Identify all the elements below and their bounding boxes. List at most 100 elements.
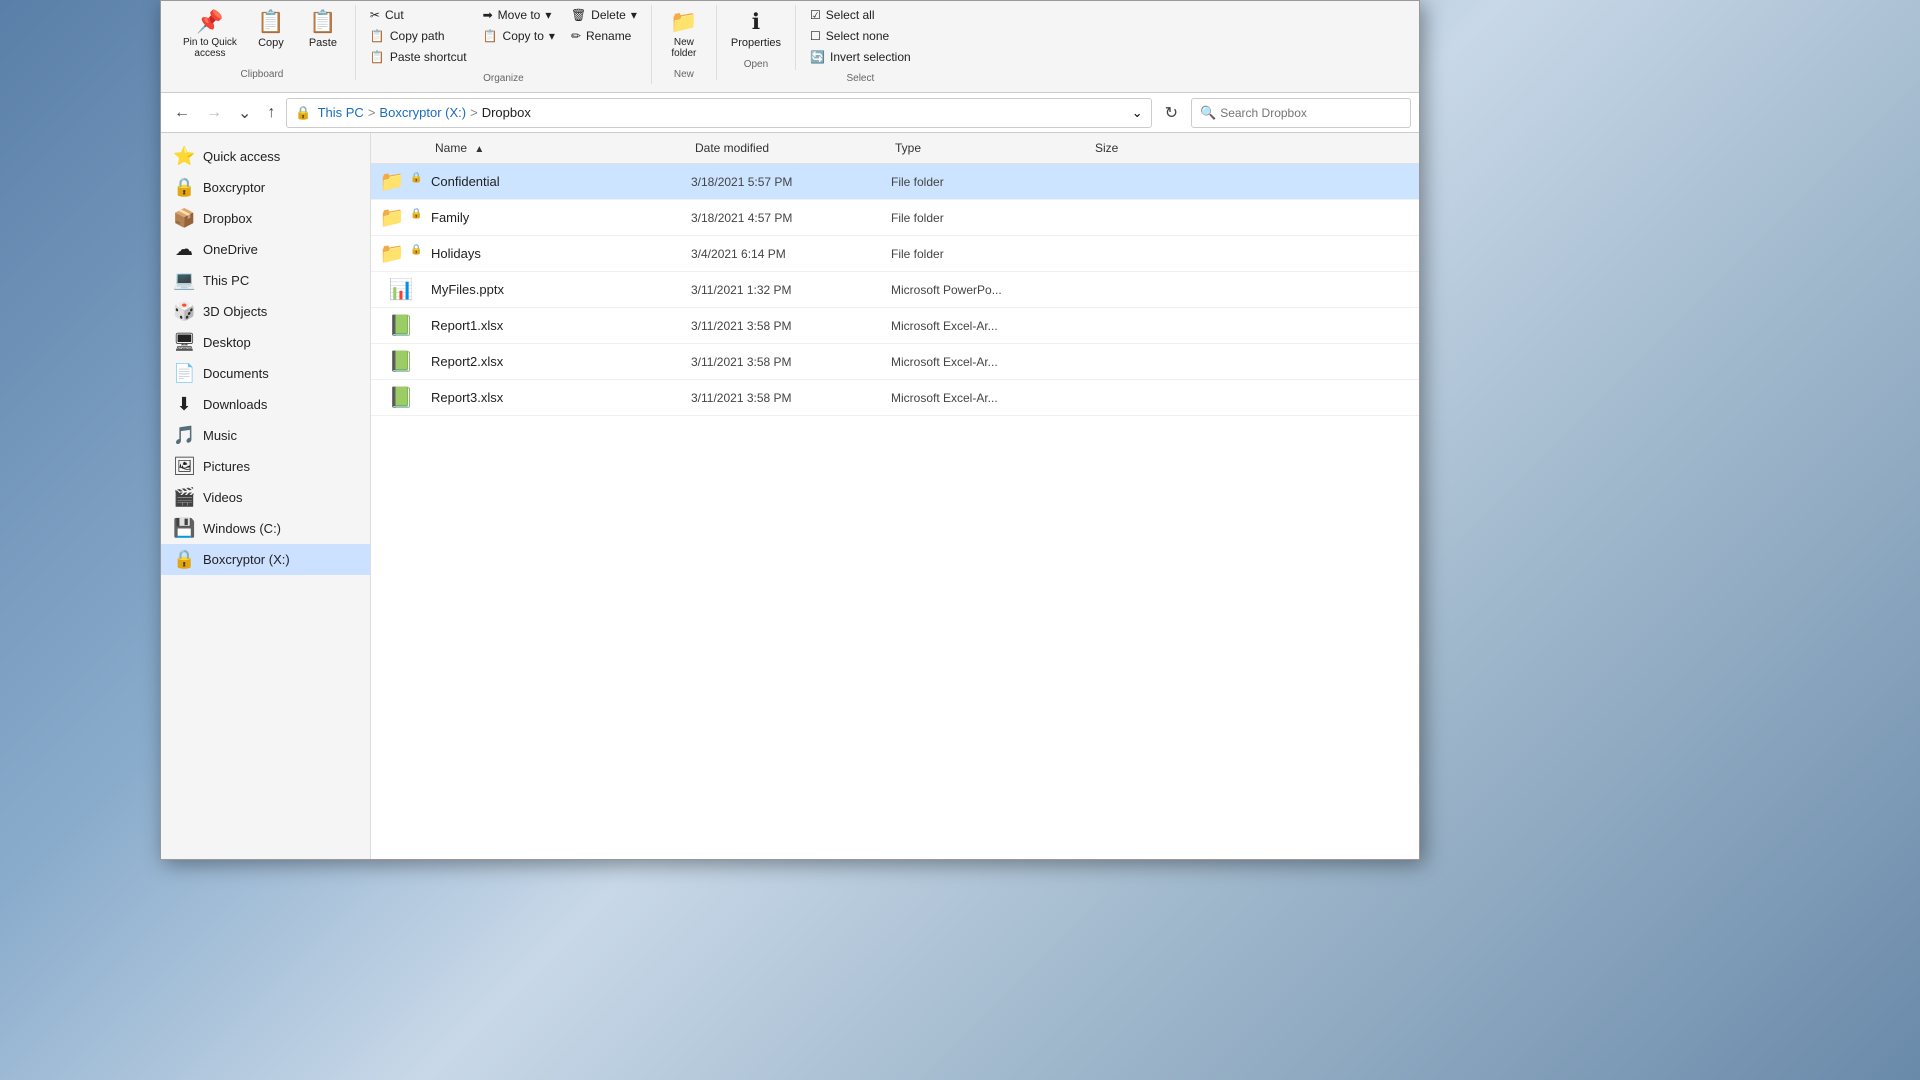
select-all-label: Select all: [826, 8, 875, 22]
sidebar-icon-windows-c: 💾: [173, 518, 195, 539]
breadcrumb-chevron[interactable]: ⌄: [1132, 105, 1143, 121]
copy-label: Copy: [258, 37, 284, 49]
recent-locations-button[interactable]: ⌄: [233, 100, 256, 126]
paste-icon: 📋: [309, 9, 336, 35]
cut-icon: ✂: [370, 8, 380, 22]
ribbon-clipboard-section: 📌 Pin to Quick access 📋 Copy 📋 Paste Cli…: [169, 5, 356, 80]
file-type-report3-xlsx: Microsoft Excel-Ar...: [891, 391, 1091, 405]
search-input[interactable]: [1220, 106, 1402, 120]
invert-selection-icon: 🔄: [810, 50, 825, 64]
cut-button[interactable]: ✂ Cut: [364, 5, 473, 25]
copy-button[interactable]: 📋 Copy: [247, 5, 295, 53]
new-folder-icon: 📁: [670, 9, 697, 35]
open-label: Open: [744, 59, 768, 70]
delete-chevron: ▾: [631, 8, 637, 22]
pin-quick-access-button[interactable]: 📌 Pin to Quick access: [177, 5, 243, 63]
properties-icon: ℹ: [752, 9, 760, 35]
sidebar-icon-pictures: 🖼: [173, 456, 195, 477]
invert-selection-button[interactable]: 🔄 Invert selection: [804, 47, 917, 67]
refresh-button[interactable]: ↻: [1158, 99, 1185, 127]
sidebar-item-this-pc[interactable]: 💻This PC: [161, 265, 370, 296]
sidebar-item-music[interactable]: 🎵Music: [161, 420, 370, 451]
properties-label: Properties: [731, 37, 781, 49]
new-folder-label: New folder: [671, 37, 696, 59]
file-date-report1-xlsx: 3/11/2021 3:58 PM: [691, 319, 891, 333]
file-row-myfiles-pptx[interactable]: 📊 MyFiles.pptx 3/11/2021 1:32 PM Microso…: [371, 272, 1419, 308]
lock-icon-confidential: 🔒: [410, 172, 422, 183]
lock-icon-holidays: 🔒: [410, 244, 422, 255]
organize-group-1: ✂ Cut 📋 Copy path 📋 Paste shortcut: [364, 5, 473, 67]
col-name-sort[interactable]: Name ▲: [431, 139, 488, 157]
file-icon-family: 📁 🔒: [371, 205, 431, 230]
cut-label: Cut: [385, 8, 404, 22]
file-row-report1-xlsx[interactable]: 📗 Report1.xlsx 3/11/2021 3:58 PM Microso…: [371, 308, 1419, 344]
sidebar-item-onedrive[interactable]: ☁OneDrive: [161, 234, 370, 265]
clipboard-label: Clipboard: [241, 69, 284, 80]
search-icon: 🔍: [1200, 105, 1216, 121]
sidebar-item-videos[interactable]: 🎬Videos: [161, 482, 370, 513]
back-button[interactable]: ←: [169, 101, 195, 125]
file-date-family: 3/18/2021 4:57 PM: [691, 211, 891, 225]
new-folder-button[interactable]: 📁 New folder: [660, 5, 708, 63]
copy-to-button[interactable]: 📋 Copy to ▾: [477, 26, 561, 46]
sidebar-item-dropbox[interactable]: 📦Dropbox: [161, 203, 370, 234]
file-row-family[interactable]: 📁 🔒 Family 3/18/2021 4:57 PM File folder: [371, 200, 1419, 236]
move-to-button[interactable]: ➡ Move to ▾: [477, 5, 561, 25]
paste-shortcut-button[interactable]: 📋 Paste shortcut: [364, 47, 473, 67]
select-all-button[interactable]: ☑ Select all: [804, 5, 917, 25]
delete-button[interactable]: 🗑 Delete ▾: [565, 5, 643, 25]
ribbon: 📌 Pin to Quick access 📋 Copy 📋 Paste Cli…: [161, 1, 1419, 93]
sidebar-item-pictures[interactable]: 🖼Pictures: [161, 451, 370, 482]
file-name-report1-xlsx: Report1.xlsx: [431, 318, 691, 333]
sidebar-item-desktop[interactable]: 🖥Desktop: [161, 327, 370, 358]
col-type-label: Type: [895, 141, 921, 155]
sidebar-label-desktop: Desktop: [203, 335, 251, 350]
sidebar-icon-boxcryptor: 🔒: [173, 177, 195, 198]
breadcrumb[interactable]: 🔒 This PC > Boxcryptor (X:) > Dropbox ⌄: [286, 98, 1151, 128]
rename-icon: ✏: [571, 29, 581, 43]
sidebar-icon-videos: 🎬: [173, 487, 195, 508]
sidebar-label-music: Music: [203, 428, 237, 443]
select-none-button[interactable]: ☐ Select none: [804, 26, 917, 46]
col-date-sort[interactable]: Date modified: [691, 139, 773, 157]
file-type-family: File folder: [891, 211, 1091, 225]
col-size-label: Size: [1095, 141, 1118, 155]
forward-button[interactable]: →: [201, 101, 227, 125]
up-button[interactable]: ↑: [262, 101, 280, 125]
pin-label: Pin to Quick access: [183, 37, 237, 59]
file-date-report3-xlsx: 3/11/2021 3:58 PM: [691, 391, 891, 405]
rename-button[interactable]: ✏ Rename: [565, 26, 643, 46]
select-group: ☑ Select all ☐ Select none 🔄 Invert sele…: [804, 5, 917, 67]
file-name-holidays: Holidays: [431, 246, 691, 261]
properties-button[interactable]: ℹ Properties: [725, 5, 787, 53]
file-row-report2-xlsx[interactable]: 📗 Report2.xlsx 3/11/2021 3:58 PM Microso…: [371, 344, 1419, 380]
file-row-confidential[interactable]: 📁 🔒 Confidential 3/18/2021 5:57 PM File …: [371, 164, 1419, 200]
file-rows: 📁 🔒 Confidential 3/18/2021 5:57 PM File …: [371, 164, 1419, 416]
sidebar-item-quick-access[interactable]: ⭐Quick access: [161, 141, 370, 172]
col-size-sort[interactable]: Size: [1091, 139, 1122, 157]
sidebar-item-windows-c[interactable]: 💾Windows (C:): [161, 513, 370, 544]
breadcrumb-this-pc[interactable]: This PC: [318, 105, 364, 120]
col-name-label: Name: [435, 141, 467, 155]
file-icon-glyph-holidays: 📁: [380, 243, 405, 265]
col-type-sort[interactable]: Type: [891, 139, 925, 157]
ribbon-new-section: 📁 New folder New: [652, 5, 717, 80]
breadcrumb-boxcryptor[interactable]: Boxcryptor (X:): [379, 105, 466, 120]
ribbon-organize-section: ✂ Cut 📋 Copy path 📋 Paste shortcut ➡: [356, 5, 652, 84]
sidebar-item-3d-objects[interactable]: 🎲3D Objects: [161, 296, 370, 327]
delete-icon: 🗑: [571, 8, 586, 22]
file-date-holidays: 3/4/2021 6:14 PM: [691, 247, 891, 261]
paste-button[interactable]: 📋 Paste: [299, 5, 347, 53]
sidebar-item-downloads[interactable]: ⬇Downloads: [161, 389, 370, 420]
sidebar: ⭐Quick access🔒Boxcryptor📦Dropbox☁OneDriv…: [161, 133, 371, 859]
file-row-holidays[interactable]: 📁 🔒 Holidays 3/4/2021 6:14 PM File folde…: [371, 236, 1419, 272]
rename-label: Rename: [586, 29, 631, 43]
select-items: ☑ Select all ☐ Select none 🔄 Invert sele…: [804, 5, 917, 67]
file-date-confidential: 3/18/2021 5:57 PM: [691, 175, 891, 189]
ribbon-select-section: ☑ Select all ☐ Select none 🔄 Invert sele…: [796, 5, 925, 84]
sidebar-item-boxcryptor[interactable]: 🔒Boxcryptor: [161, 172, 370, 203]
copy-path-button[interactable]: 📋 Copy path: [364, 26, 473, 46]
sidebar-item-boxcryptor-x[interactable]: 🔒Boxcryptor (X:): [161, 544, 370, 575]
file-row-report3-xlsx[interactable]: 📗 Report3.xlsx 3/11/2021 3:58 PM Microso…: [371, 380, 1419, 416]
sidebar-item-documents[interactable]: 📄Documents: [161, 358, 370, 389]
